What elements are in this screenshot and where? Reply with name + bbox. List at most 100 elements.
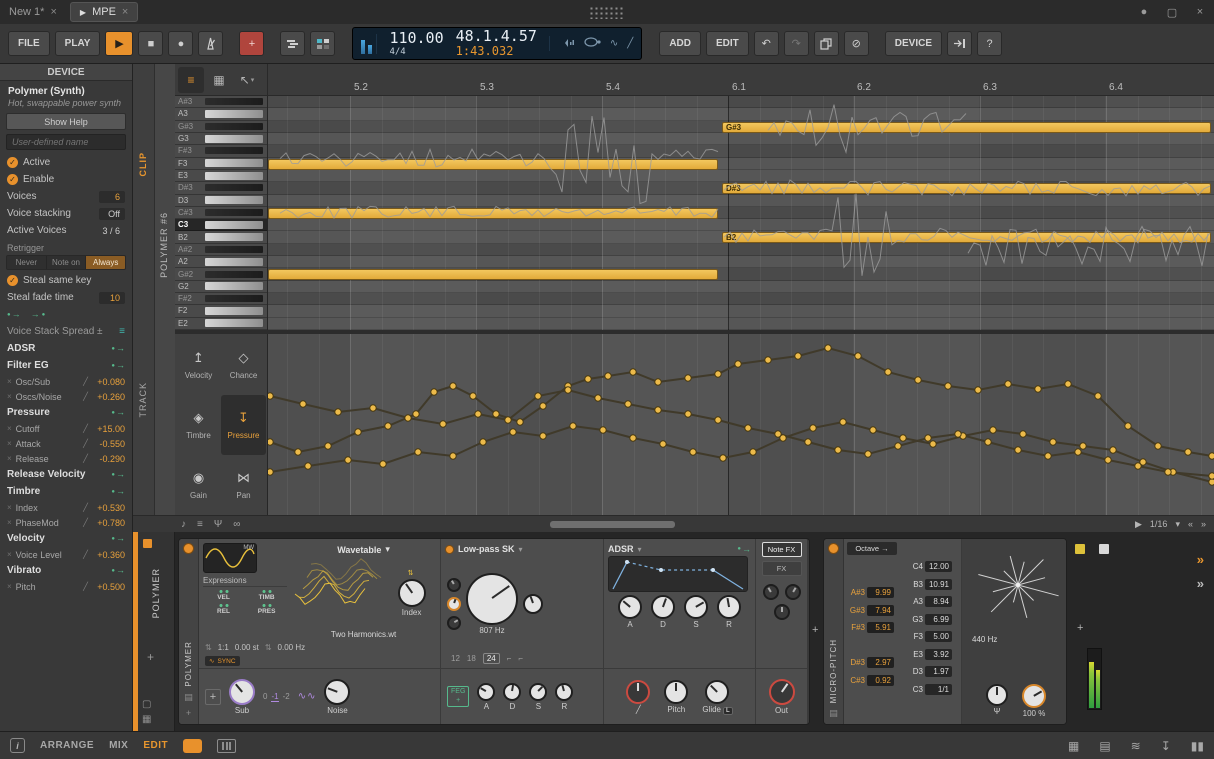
device-slot-button-yellow[interactable] (1075, 544, 1085, 554)
piano-key-A2[interactable]: A2 (175, 256, 267, 268)
restore-window-icon[interactable]: ▢ (1158, 6, 1186, 19)
feg-decay-knob[interactable] (503, 683, 521, 701)
expression-lane-pressure[interactable]: ↧Pressure (221, 395, 266, 455)
voice-stack-spread-row[interactable]: Voice Stack Spread ± ≡ (0, 323, 132, 340)
micropitch-entry-F#3[interactable]: F#35.91 (848, 620, 894, 635)
index-knob[interactable] (398, 579, 426, 607)
piano-key-B2[interactable]: B2 (175, 231, 267, 243)
piano-key-A3[interactable]: A3 (175, 108, 267, 120)
fx-send-knob-2[interactable] (785, 584, 801, 600)
wavetable-display[interactable] (291, 556, 387, 610)
browser-panel-icon[interactable]: ▤ (1099, 739, 1110, 753)
play-button[interactable]: ▶ (105, 31, 133, 56)
mod-target-phasemod[interactable]: ×PhaseMod╱+0.780 (0, 515, 132, 530)
sub-wave-shape-icons[interactable]: ∿∿ (298, 691, 317, 702)
grid-resolution-value[interactable]: 1/16 (1150, 519, 1168, 529)
link-icon[interactable]: ∞ (233, 519, 240, 530)
micropitch-entry-D#3[interactable]: D#32.97 (848, 655, 894, 670)
piano-key-A#3[interactable]: A#3 (175, 96, 267, 108)
mod-source-icon[interactable] (111, 408, 125, 417)
pads-icon[interactable]: ▦ (142, 714, 151, 725)
feg-sustain-knob[interactable] (529, 683, 547, 701)
mod-amount-slider[interactable]: ╱ (83, 454, 88, 463)
track-rail[interactable]: POLYMER + ▢ ▦ (133, 532, 175, 731)
metronome-button[interactable] (198, 31, 223, 56)
grid-resolution-caret-icon[interactable]: ▾ (1175, 519, 1180, 530)
piano-key-F2[interactable]: F2 (175, 305, 267, 317)
mod-amount-slider[interactable]: ╱ (83, 503, 88, 512)
view-edit[interactable]: EDIT (143, 740, 168, 751)
amp-release-knob[interactable] (717, 595, 741, 619)
expression-pres[interactable]: PRES (246, 604, 287, 615)
mod-amount-slider[interactable]: ╱ (83, 550, 88, 559)
active-toggle[interactable]: ✓ Active (0, 154, 132, 171)
timeline-ruler[interactable]: 5.25.35.46.16.26.36.4 (268, 64, 1214, 96)
view-arrange[interactable]: ARRANGE (40, 740, 94, 751)
env-mod-source-icon[interactable] (737, 545, 751, 554)
view-mix[interactable]: MIX (109, 740, 128, 751)
mod-source-icon[interactable] (111, 361, 125, 370)
show-help-button[interactable]: Show Help (6, 113, 126, 130)
clip-layer-label[interactable]: POLYMER #6 (159, 212, 169, 278)
remote-controls-icon[interactable]: ▤ (184, 692, 193, 704)
modulation-sources-icon[interactable] (7, 310, 21, 319)
expand-device-icon[interactable]: + (186, 708, 191, 720)
remove-mod-icon[interactable]: × (7, 550, 12, 559)
active-panel-icon[interactable] (183, 739, 202, 753)
micropitch-entry-C#3[interactable]: C#30.92 (848, 673, 894, 688)
mpe-icon[interactable]: Ψ (214, 519, 222, 530)
piano-key-F#2[interactable]: F#2 (175, 293, 267, 305)
voices-value[interactable]: 6 (99, 191, 125, 203)
mod-source-icon[interactable] (111, 344, 125, 353)
remove-mod-icon[interactable]: × (7, 518, 12, 527)
mixer-view-icon[interactable] (310, 31, 335, 56)
redo-button[interactable]: ↷ (784, 31, 809, 56)
remote-controls-icon[interactable]: ▤ (829, 708, 838, 720)
mod-target-index[interactable]: ×Index╱+0.530 (0, 500, 132, 515)
velocity-curve-knob[interactable] (626, 680, 650, 704)
reference-frequency[interactable]: 440 Hz (972, 635, 997, 644)
grid-view-button[interactable]: ▦ (206, 67, 232, 93)
file-menu-button[interactable]: FILE (8, 31, 50, 56)
reference-tune-knob[interactable] (986, 684, 1008, 706)
voice-stacking-value[interactable]: Off (99, 208, 125, 220)
expression-lane-timbre[interactable]: ◈Timbre (176, 395, 221, 455)
tempo-value[interactable]: 110.00 (389, 30, 443, 47)
piano-key-C3[interactable]: C3 (175, 219, 267, 231)
steal-fade-value[interactable]: 10 (99, 292, 125, 304)
osc-pitch-row[interactable]: ⇅ 1:1 0.00 st ⇅ 0.00 Hz (201, 641, 438, 654)
mod-amount-value[interactable]: -0.550 (92, 439, 125, 449)
piano-key-F3[interactable]: F3 (175, 158, 267, 170)
remove-mod-icon[interactable]: × (7, 582, 12, 591)
note[interactable] (268, 159, 718, 170)
mod-amount-slider[interactable]: ╱ (83, 392, 88, 401)
mod-amount-slider[interactable]: ╱ (83, 377, 88, 386)
enable-toggle[interactable]: ✓ Enable (0, 171, 132, 188)
expression-lane-gain[interactable]: ◉Gain (176, 455, 221, 515)
mod-amount-slider[interactable]: ╱ (83, 518, 88, 527)
micropitch-entry-D3[interactable]: D31.97 (906, 664, 952, 679)
out-level-knob[interactable] (769, 679, 795, 705)
precount-icon[interactable] (560, 36, 574, 51)
piano-key-C#3[interactable]: C#3 (175, 207, 267, 219)
stop-button[interactable]: ■ (138, 31, 163, 56)
micropitch-entry-G3[interactable]: G36.99 (906, 612, 952, 627)
clip-tab[interactable]: CLIP (138, 152, 148, 177)
add-menu-button[interactable]: ADD (659, 31, 701, 56)
note-D#3[interactable]: D#3 (722, 183, 1211, 194)
panel-layout-icon[interactable] (217, 739, 236, 753)
help-button[interactable]: ? (977, 31, 1002, 56)
mod-amount-value[interactable]: +15.00 (92, 424, 125, 434)
modulator-section-vibrato[interactable]: Vibrato (0, 562, 132, 579)
note-grid[interactable]: G#3D#3B2 (268, 96, 1214, 330)
mod-amount-value[interactable]: +0.080 (92, 377, 125, 387)
fx-mix-knob[interactable] (774, 604, 790, 620)
add-track-button[interactable]: + (239, 31, 264, 56)
filter-slope-selector[interactable]: 12 18 24 ⌐ ⌐ (445, 651, 599, 665)
note[interactable] (268, 208, 718, 219)
piano-key-E3[interactable]: E3 (175, 170, 267, 182)
remove-mod-icon[interactable]: × (7, 439, 12, 448)
expression-timb[interactable]: TIMB (246, 590, 287, 601)
note-G#3[interactable]: G#3 (722, 122, 1211, 133)
fx-send-knob-1[interactable] (763, 584, 779, 600)
